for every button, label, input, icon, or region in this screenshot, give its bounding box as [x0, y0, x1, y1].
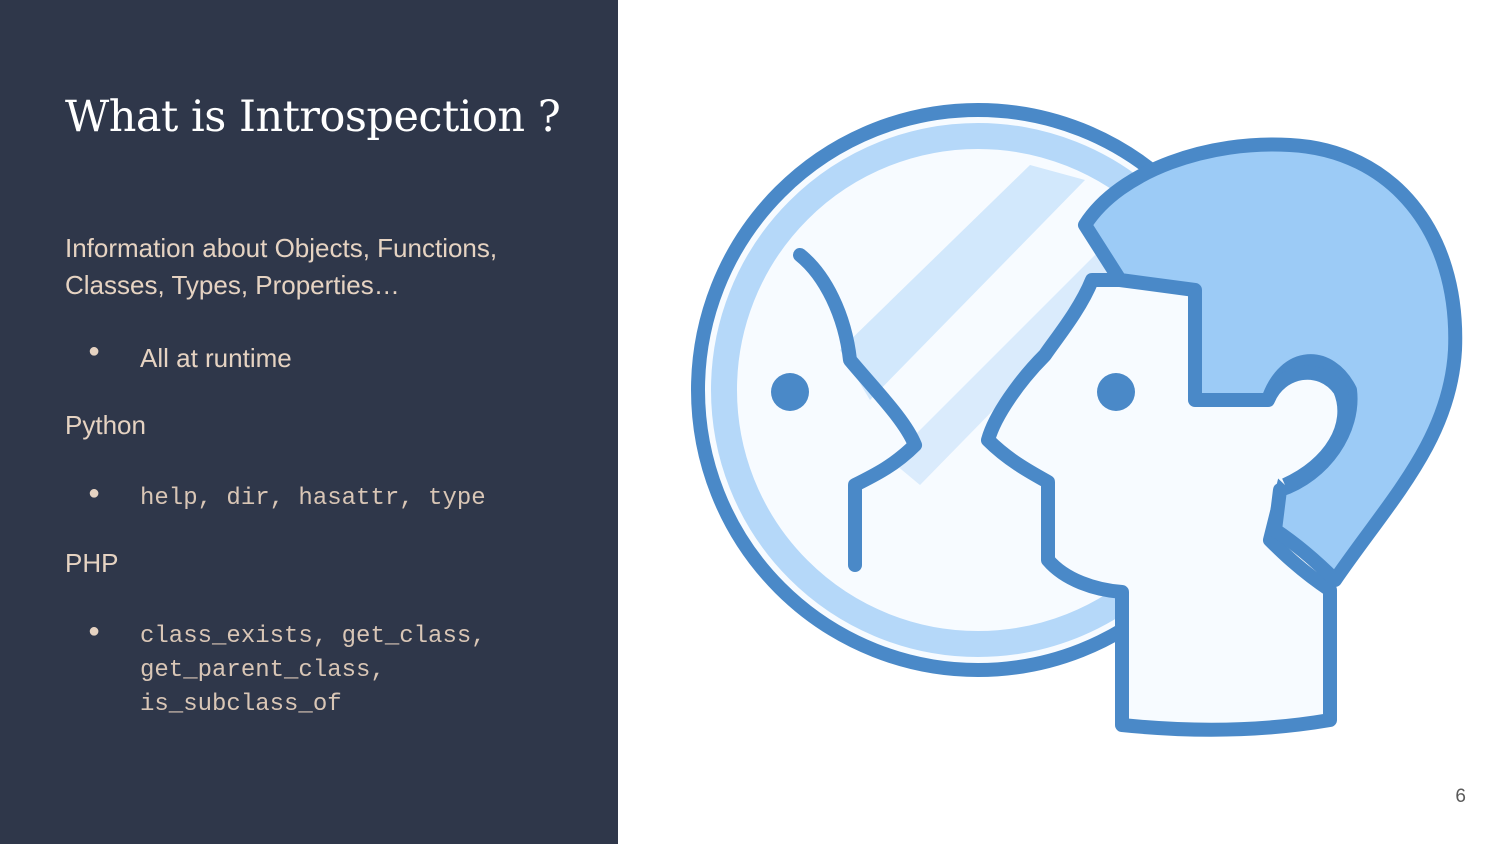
- introspection-mirror-icon: [691, 103, 1463, 737]
- runtime-text: All at runtime: [140, 343, 292, 373]
- intro-paragraph: Information about Objects, Functions, Cl…: [65, 233, 498, 300]
- python-heading: Python: [65, 410, 146, 440]
- php-heading: PHP: [65, 548, 119, 578]
- slide: What is Introspection ? Information abou…: [0, 0, 1500, 844]
- python-functions-code: help, dir, hasattr, type: [140, 485, 486, 512]
- php-functions-code: class_exists, get_class, get_parent_clas…: [140, 623, 486, 718]
- text-panel: What is Introspection ? Information abou…: [0, 0, 618, 844]
- list-item-php-functions: ● class_exists, get_class, get_parent_cl…: [88, 620, 486, 722]
- slide-title: What is Introspection ?: [65, 92, 561, 142]
- list-item-runtime: ● All at runtime: [88, 340, 292, 377]
- bullet-icon: ●: [88, 482, 101, 504]
- bullet-icon: ●: [88, 620, 101, 642]
- bullet-icon: ●: [88, 340, 101, 362]
- page-number: 6: [1455, 786, 1466, 807]
- list-item-python-functions: ● help, dir, hasattr, type: [88, 482, 486, 516]
